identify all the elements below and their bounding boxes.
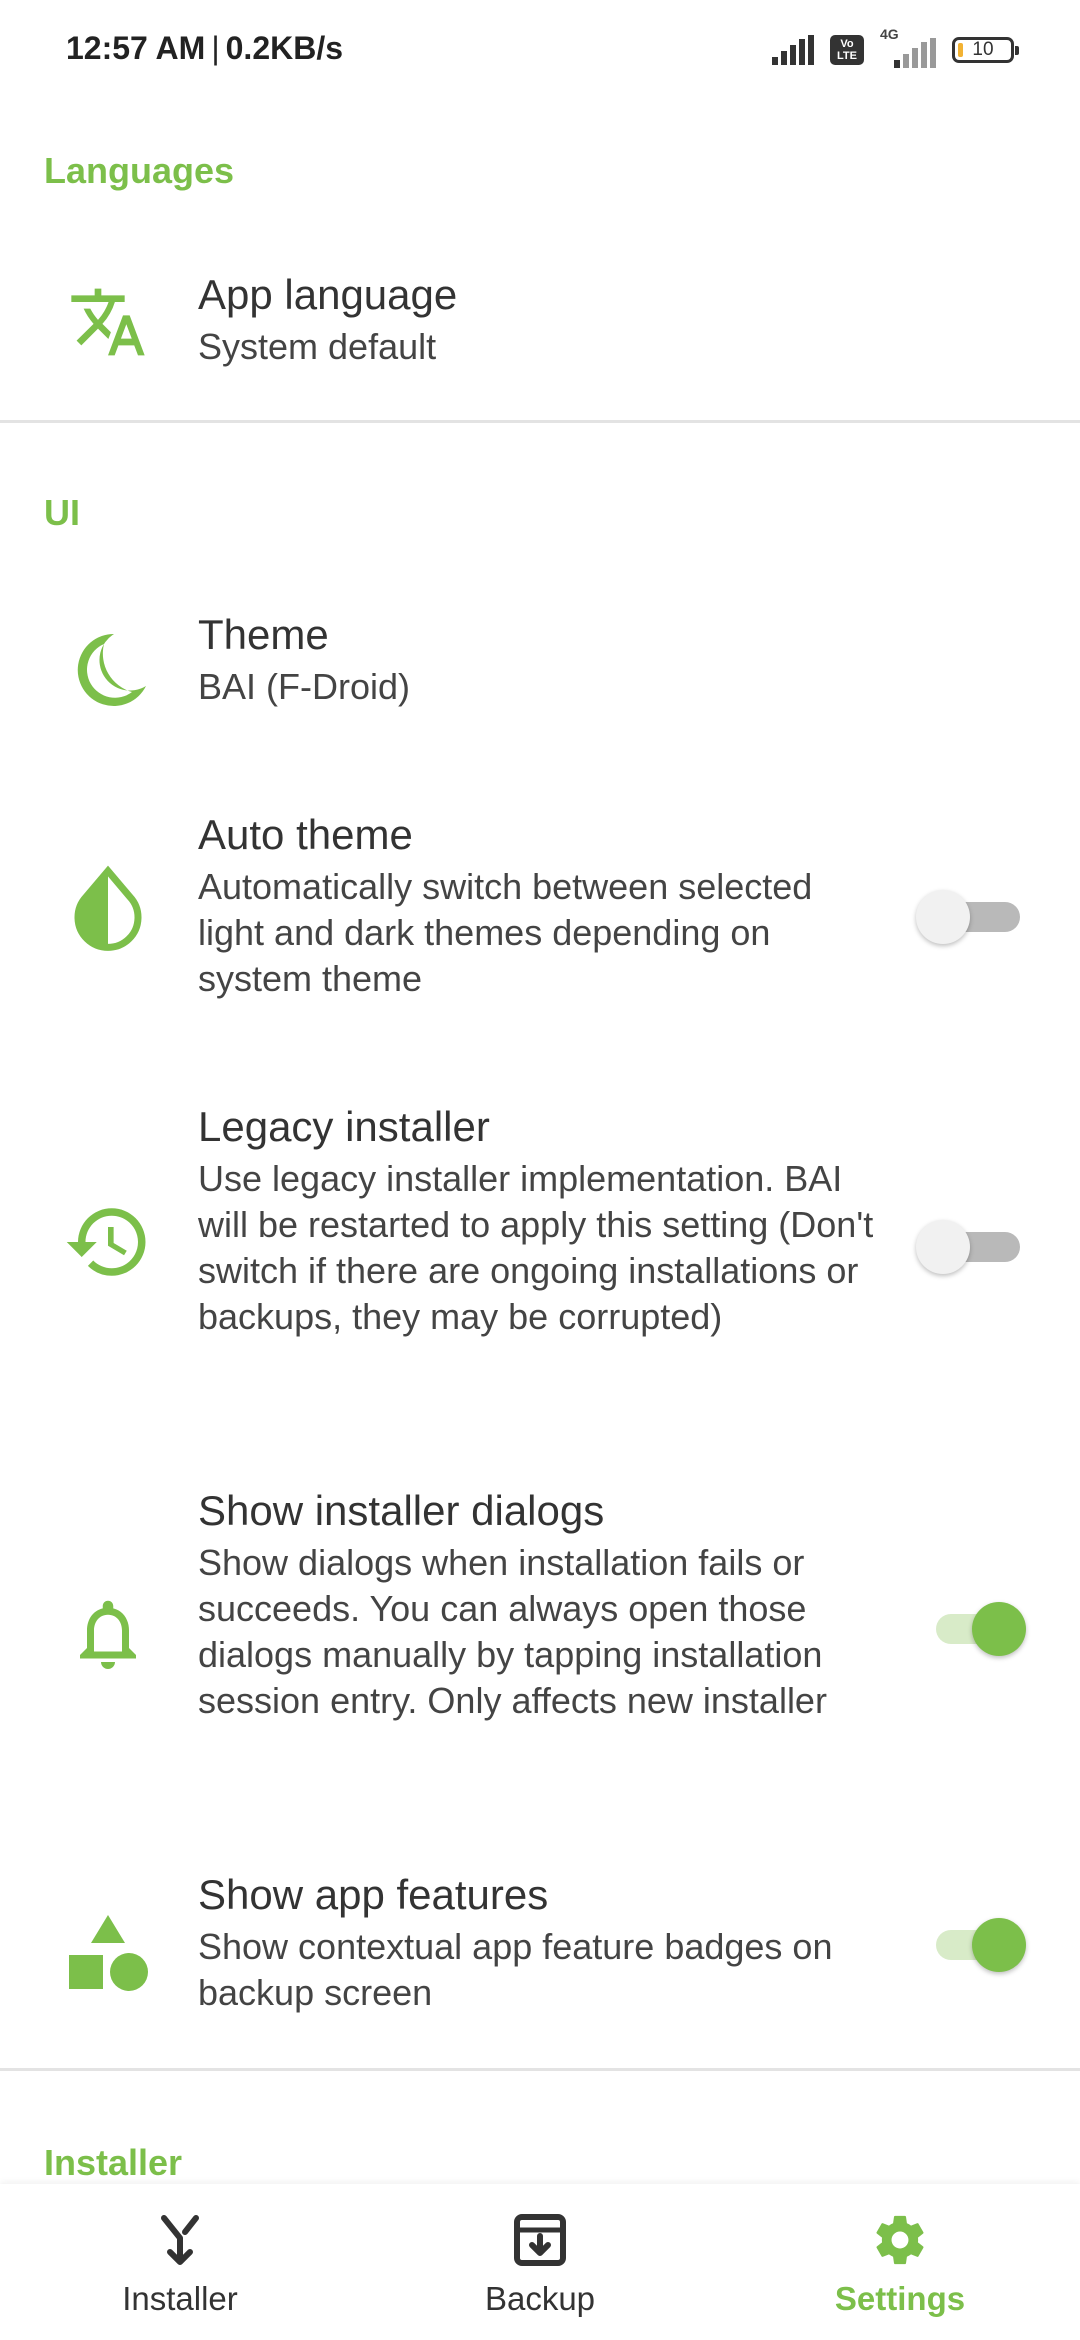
volte-bottom-text: LTE [837, 50, 857, 62]
status-left: 12:57 AM | 0.2KB/s [66, 30, 343, 67]
show-app-features-switch[interactable] [916, 1914, 1026, 1974]
status-separator: | [211, 30, 220, 66]
pref-title: App language [198, 271, 458, 318]
merge-arrow-icon [150, 2210, 210, 2270]
contrast-drop-icon [60, 860, 156, 956]
pref-show-installer-dialogs[interactable]: Show installer dialogs Show dialogs when… [0, 1466, 1080, 1806]
auto-theme-switch[interactable] [916, 886, 1026, 946]
switch-thumb [916, 1220, 970, 1274]
pref-app-language[interactable]: App language System default [0, 250, 1080, 410]
pref-summary: Show dialogs when installation fails or … [198, 1542, 827, 1721]
pref-show-installer-dialogs-text: Show installer dialogs Show dialogs when… [198, 1486, 878, 1724]
pref-summary: Use legacy installer implementation. BAI… [198, 1158, 874, 1337]
nav-label: Installer [122, 2280, 238, 2317]
pref-theme-text: Theme BAI (F-Droid) [198, 610, 878, 710]
bottom-navigation: Installer Backup Settings [0, 2184, 1080, 2340]
nav-label: Backup [484, 2280, 596, 2317]
section-header-installer: Installer [44, 2142, 183, 2183]
section-header-ui: UI [44, 492, 80, 533]
status-net-rate: 0.2KB/s [225, 30, 344, 66]
pref-summary: BAI (F-Droid) [198, 666, 411, 707]
volte-top-text: Vo [840, 38, 854, 50]
pref-app-language-text: App language System default [198, 270, 878, 370]
shapes-icon [60, 1906, 156, 2002]
signal-4g-icon: 4G [880, 26, 936, 68]
legacy-installer-switch[interactable] [916, 1216, 1026, 1276]
bell-icon [60, 1586, 156, 1682]
pref-title: Auto theme [198, 811, 413, 858]
pref-title: Theme [198, 611, 329, 658]
pref-auto-theme-text: Auto theme Automatically switch between … [198, 810, 878, 1002]
switch-thumb [972, 1918, 1026, 1972]
pref-title: Show installer dialogs [198, 1487, 605, 1534]
pref-show-app-features[interactable]: Show app features Show contextual app fe… [0, 1850, 1080, 2050]
nav-item-backup[interactable]: Backup [390, 2184, 690, 2340]
status-time: 12:57 AM [66, 30, 206, 66]
show-installer-dialogs-switch[interactable] [916, 1598, 1026, 1658]
divider [0, 420, 1080, 423]
volte-icon: Vo LTE [830, 35, 864, 65]
status-icons: Vo LTE 4G 10 [772, 26, 1019, 70]
status-bar: 12:57 AM | 0.2KB/s Vo LTE 4G 10 [0, 0, 1080, 100]
pref-legacy-installer-text: Legacy installer Use legacy installer im… [198, 1102, 878, 1340]
nav-label: Settings [834, 2280, 966, 2317]
pref-title: Show app features [198, 1871, 549, 1918]
signal-icon [772, 35, 814, 65]
battery-level: 10 [972, 39, 994, 60]
pref-show-app-features-text: Show app features Show contextual app fe… [198, 1870, 878, 2016]
pref-theme[interactable]: Theme BAI (F-Droid) [0, 590, 1080, 750]
pref-title: Legacy installer [198, 1103, 490, 1150]
battery-icon: 10 [952, 37, 1019, 63]
section-header-languages: Languages [44, 150, 235, 191]
moon-icon [60, 622, 156, 718]
pref-summary: Automatically switch between selected li… [198, 866, 813, 999]
switch-thumb [972, 1602, 1026, 1656]
history-icon [60, 1194, 156, 1290]
divider [0, 2068, 1080, 2071]
pref-legacy-installer[interactable]: Legacy installer Use legacy installer im… [0, 1082, 1080, 1422]
pref-summary: System default [198, 326, 437, 367]
switch-thumb [916, 890, 970, 944]
pref-auto-theme[interactable]: Auto theme Automatically switch between … [0, 790, 1080, 1040]
archive-icon [510, 2210, 570, 2270]
translate-icon [60, 274, 156, 370]
nav-item-installer[interactable]: Installer [30, 2184, 330, 2340]
settings-screen: 12:57 AM | 0.2KB/s Vo LTE 4G 10 Language… [0, 0, 1080, 2340]
pref-summary: Show contextual app feature badges on ba… [198, 1926, 833, 2013]
nav-item-settings[interactable]: Settings [750, 2184, 1050, 2340]
gear-icon [870, 2210, 930, 2270]
